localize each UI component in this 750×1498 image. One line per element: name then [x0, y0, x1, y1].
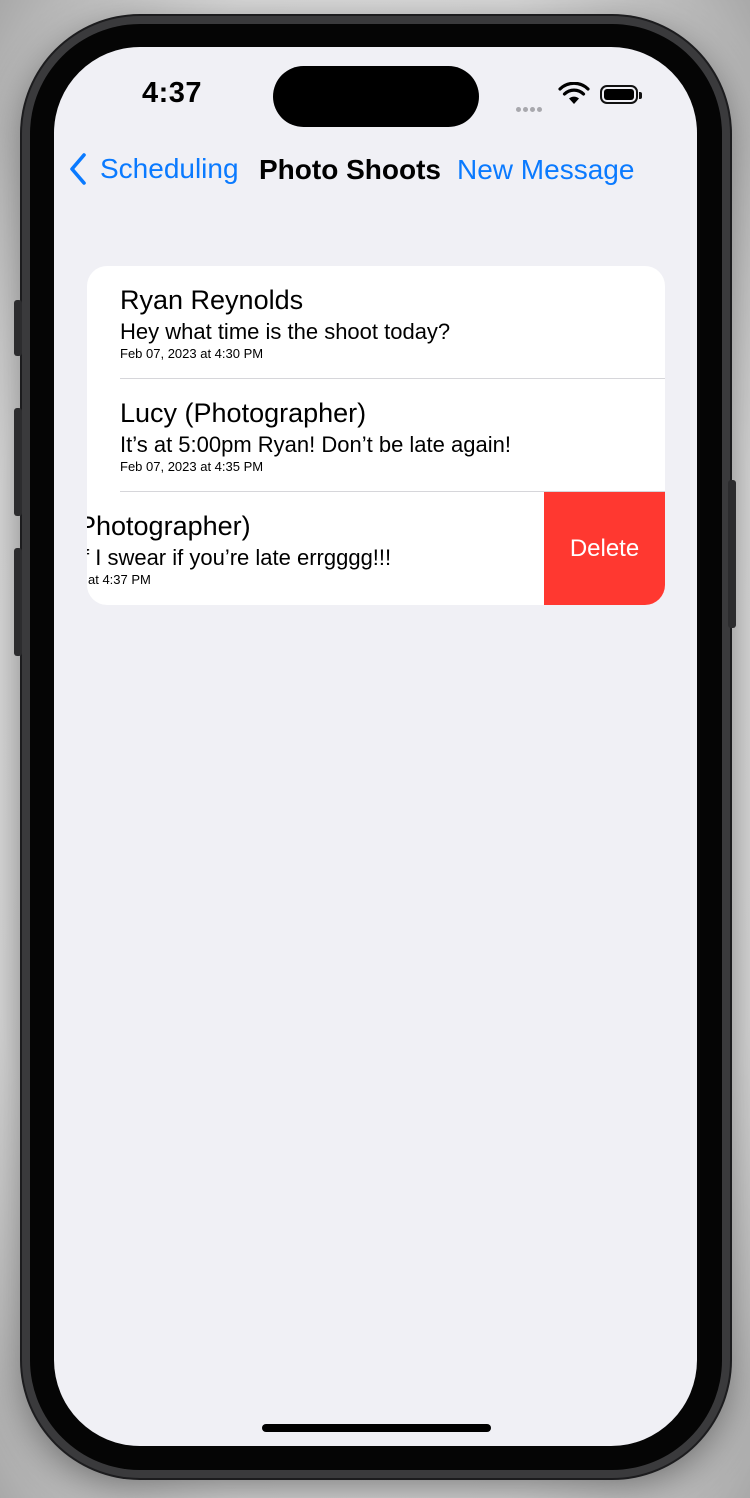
message-date: at 4:37 PM	[88, 572, 151, 587]
message-text: f I swear if you’re late errgggg!!!	[87, 545, 392, 570]
wifi-icon	[558, 82, 590, 104]
page-title: Photo Shoots	[259, 154, 441, 185]
action-button	[14, 300, 22, 356]
battery-icon	[600, 85, 642, 104]
message-date: Feb 07, 2023 at 4:30 PM	[120, 346, 264, 361]
list-item[interactable]: Ryan Reynolds Hey what time is the shoot…	[87, 266, 665, 379]
power-button	[728, 480, 736, 628]
message-sender: Lucy (Photographer)	[120, 398, 367, 428]
message-text: It’s at 5:00pm Ryan! Don’t be late again…	[120, 432, 511, 457]
volume-up-button	[14, 408, 22, 516]
list-item[interactable]: Lucy (Photographer) It’s at 5:00pm Ryan!…	[87, 379, 665, 492]
chevron-left-icon	[70, 153, 86, 185]
status-time: 4:37	[142, 77, 203, 109]
message-list: Ryan Reynolds Hey what time is the shoot…	[87, 266, 665, 605]
cellular-signal-icon	[516, 99, 544, 117]
volume-down-button	[14, 548, 22, 656]
message-sender: Photographer)	[87, 511, 251, 541]
message-text: Hey what time is the shoot today?	[120, 319, 451, 344]
delete-button[interactable]: Delete	[544, 492, 665, 605]
message-sender: Ryan Reynolds	[120, 285, 304, 315]
back-button[interactable]: Scheduling	[66, 151, 239, 187]
message-date: Feb 07, 2023 at 4:35 PM	[120, 459, 264, 474]
new-message-button[interactable]: New Message	[457, 154, 634, 186]
dynamic-island	[273, 66, 479, 127]
home-indicator[interactable]	[262, 1424, 491, 1432]
screen: 4:37 Scheduling Photo Shoots New Message…	[54, 47, 697, 1446]
back-button-label: Scheduling	[100, 153, 239, 184]
